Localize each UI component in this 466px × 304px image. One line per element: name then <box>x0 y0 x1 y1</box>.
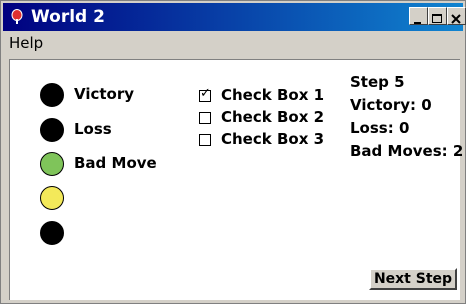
close-icon <box>451 14 461 24</box>
menu-help[interactable]: Help <box>9 31 43 55</box>
label-loss: Loss <box>74 120 112 138</box>
close-button[interactable] <box>447 7 466 25</box>
label-victory: Victory <box>74 85 135 103</box>
light-loss <box>40 118 64 142</box>
app-window: World 2 Help Victory Loss Bad Move ✓ Che… <box>0 0 466 304</box>
checkbox-3-box[interactable] <box>199 134 211 146</box>
checkbox-3-label: Check Box 3 <box>221 130 325 148</box>
menu-bar: Help <box>3 31 463 55</box>
bad-moves-count: Bad Moves: 2 <box>350 142 464 160</box>
light-yellow <box>40 186 64 210</box>
checkbox-1-box[interactable]: ✓ <box>199 86 211 102</box>
light-bad-move <box>40 152 64 176</box>
app-icon <box>11 9 23 24</box>
window-title: World 2 <box>31 7 105 27</box>
maximize-button[interactable] <box>428 7 447 25</box>
victory-count: Victory: 0 <box>350 96 432 114</box>
light-fifth <box>40 221 64 245</box>
minimize-icon <box>414 22 421 24</box>
checkbox-1-label: Check Box 1 <box>221 86 325 104</box>
loss-count: Loss: 0 <box>350 119 410 137</box>
checkmark-icon: ✓ <box>200 86 211 101</box>
light-victory <box>40 83 64 107</box>
title-bar[interactable]: World 2 <box>3 3 466 31</box>
step-counter: Step 5 <box>350 73 405 91</box>
label-bad-move: Bad Move <box>74 154 157 172</box>
client-area: Victory Loss Bad Move ✓ Check Box 1 Chec… <box>9 59 464 300</box>
checkbox-2-box[interactable] <box>199 112 211 124</box>
maximize-icon <box>432 14 442 23</box>
next-step-button[interactable]: Next Step <box>369 268 457 290</box>
checkbox-2-label: Check Box 2 <box>221 108 325 126</box>
minimize-button[interactable] <box>409 7 428 25</box>
